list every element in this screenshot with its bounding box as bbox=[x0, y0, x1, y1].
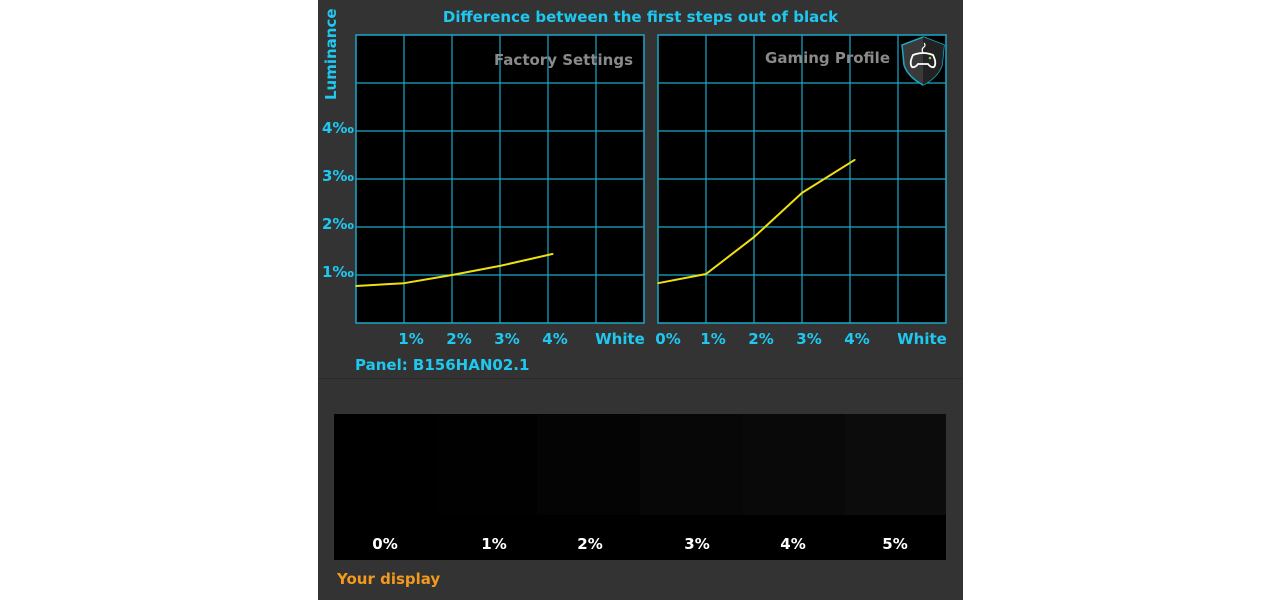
chart-panel: Difference between the first steps out o… bbox=[318, 0, 963, 600]
swatch-label: 0% bbox=[372, 535, 398, 553]
y-tick-label: 3‰ bbox=[322, 167, 354, 185]
data-point bbox=[552, 253, 554, 255]
swatch-0pct bbox=[334, 414, 436, 515]
y-tick-label: 2‰ bbox=[322, 215, 354, 233]
data-point bbox=[499, 265, 501, 267]
swatch-label: 5% bbox=[882, 535, 908, 553]
data-point bbox=[403, 282, 405, 284]
black-step-swatches: 0% 1% 2% 3% 4% 5% bbox=[334, 414, 946, 560]
swatch-label: 4% bbox=[780, 535, 806, 553]
swatch-label: 2% bbox=[577, 535, 603, 553]
x-tick-label: 0% bbox=[655, 330, 680, 348]
data-point bbox=[854, 159, 856, 161]
x-tick-label: 4% bbox=[542, 330, 567, 348]
gamepad-button bbox=[928, 56, 932, 60]
plots-svg: Factory Settings 1% 2% 3% 4% White 1‰ 2‰ 3‰ 4‰ Gam… bbox=[322, 34, 947, 348]
data-point bbox=[657, 282, 659, 284]
swatch-3pct bbox=[640, 414, 742, 515]
data-point bbox=[801, 192, 803, 194]
x-tick-label: 1% bbox=[700, 330, 725, 348]
swatch-2pct bbox=[537, 414, 640, 515]
panel-label: Factory Settings bbox=[494, 51, 633, 69]
x-tick-label: 2% bbox=[748, 330, 773, 348]
panel-label: Gaming Profile bbox=[765, 49, 890, 67]
data-point bbox=[355, 285, 357, 287]
swatch-1pct bbox=[436, 414, 537, 515]
your-display-label: Your display bbox=[337, 570, 441, 588]
data-point bbox=[753, 236, 755, 238]
x-tick-label: 4% bbox=[844, 330, 869, 348]
x-tick-label: White bbox=[897, 330, 947, 348]
data-point bbox=[705, 273, 707, 275]
chart-area: Difference between the first steps out o… bbox=[318, 0, 963, 379]
swatch-label: 3% bbox=[684, 535, 710, 553]
x-tick-label: 3% bbox=[494, 330, 519, 348]
swatch-5pct bbox=[845, 414, 946, 515]
data-point bbox=[451, 274, 453, 276]
x-tick-label: White bbox=[595, 330, 645, 348]
y-tick-label: 1‰ bbox=[322, 263, 354, 281]
x-tick-label: 1% bbox=[398, 330, 423, 348]
swatch-4pct bbox=[742, 414, 845, 515]
panel-name: Panel: B156HAN02.1 bbox=[355, 356, 530, 374]
swatch-label: 1% bbox=[481, 535, 507, 553]
y-tick-label: 4‰ bbox=[322, 119, 354, 137]
x-tick-label: 3% bbox=[796, 330, 821, 348]
x-tick-label: 2% bbox=[446, 330, 471, 348]
